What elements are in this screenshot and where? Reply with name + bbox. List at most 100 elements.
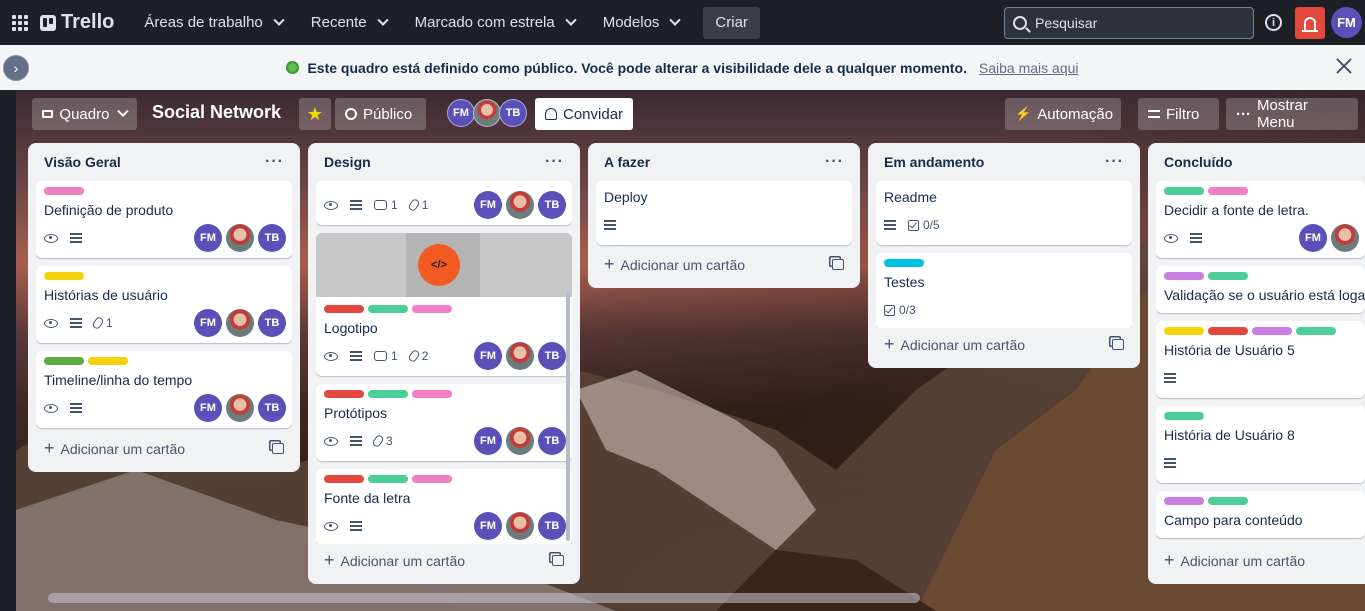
label-green[interactable] <box>1208 272 1248 280</box>
list-actions-icon[interactable]: ··· <box>1105 153 1124 171</box>
app-switcher-icon[interactable] <box>0 0 40 45</box>
card[interactable]: Timeline/linha do tempo FM TB <box>36 351 292 428</box>
template-icon[interactable] <box>272 442 284 454</box>
info-icon[interactable]: i <box>1265 14 1282 31</box>
label-purple[interactable] <box>1164 497 1204 505</box>
member-avatar[interactable]: TB <box>538 342 566 370</box>
member-avatar[interactable]: FM <box>447 99 475 127</box>
label-yellow[interactable] <box>44 272 84 280</box>
member-avatar[interactable]: TB <box>538 512 566 540</box>
label-green[interactable] <box>368 390 408 398</box>
member-avatar-photo[interactable] <box>226 309 254 337</box>
label-pink[interactable] <box>412 475 452 483</box>
search-input[interactable]: Pesquisar <box>1004 7 1254 39</box>
card[interactable]: Readme 0/5 <box>876 181 1132 245</box>
create-button[interactable]: Criar <box>703 6 760 39</box>
list-title[interactable]: A fazer <box>604 154 650 170</box>
list-actions-icon[interactable]: ··· <box>825 153 844 171</box>
label-purple[interactable] <box>1252 327 1292 335</box>
show-menu-button[interactable]: ··· Mostrar Menu <box>1226 97 1358 131</box>
member-avatar-photo[interactable] <box>506 427 534 455</box>
list-title[interactable]: Concluído <box>1164 154 1232 170</box>
add-card-button[interactable]: + Adicionar um cartão <box>316 544 572 576</box>
member-avatar[interactable]: FM <box>1299 224 1327 252</box>
member-avatar[interactable]: TB <box>258 394 286 422</box>
close-icon[interactable] <box>1335 57 1353 75</box>
list-actions-icon[interactable]: ··· <box>545 153 564 171</box>
member-avatar[interactable]: FM <box>194 394 222 422</box>
board-view-switcher[interactable]: Quadro <box>32 98 137 130</box>
label-yellow[interactable] <box>88 357 128 365</box>
trello-logo[interactable]: Trello <box>40 11 114 34</box>
card[interactable]: Protótipos 3 FM TB <box>316 384 572 461</box>
list-title[interactable]: Em andamento <box>884 154 984 170</box>
visibility-button[interactable]: Público <box>335 98 426 130</box>
label-red[interactable] <box>324 475 364 483</box>
member-avatar[interactable]: TB <box>499 99 527 127</box>
account-avatar[interactable]: FM <box>1331 7 1362 38</box>
list-scrollbar[interactable] <box>566 291 570 541</box>
automation-button[interactable]: ⚡ Automação <box>1005 98 1121 130</box>
member-avatar-photo[interactable] <box>1331 224 1359 252</box>
member-avatar[interactable]: TB <box>258 224 286 252</box>
label-green[interactable] <box>368 305 408 313</box>
list-title[interactable]: Design <box>324 154 371 170</box>
label-lime[interactable] <box>44 357 84 365</box>
learn-more-link[interactable]: Saiba mais aqui <box>979 60 1079 76</box>
label-red[interactable] <box>1208 327 1248 335</box>
member-avatar[interactable]: FM <box>474 191 502 219</box>
label-green[interactable] <box>368 475 408 483</box>
member-avatar[interactable]: TB <box>258 309 286 337</box>
card[interactable]: Definição de produto FM TB <box>36 181 292 258</box>
notifications-button[interactable] <box>1295 7 1325 39</box>
label-yellow[interactable] <box>1164 327 1204 335</box>
card[interactable]: Validação se o usuário está logado <box>1156 266 1365 313</box>
member-avatar[interactable]: TB <box>538 191 566 219</box>
invite-button[interactable]: Convidar <box>535 98 634 130</box>
label-cyan[interactable] <box>884 259 924 267</box>
card[interactable]: História de Usuário 5 <box>1156 321 1365 398</box>
member-avatar[interactable]: FM <box>474 512 502 540</box>
menu-recent[interactable]: Recente <box>301 7 397 39</box>
member-avatar[interactable]: FM <box>194 224 222 252</box>
star-board-button[interactable]: ★ <box>299 98 331 130</box>
label-purple[interactable] <box>1164 272 1204 280</box>
card[interactable]: Histórias de usuário 1 FM TB <box>36 266 292 343</box>
member-avatar-photo[interactable] <box>506 342 534 370</box>
list-actions-icon[interactable]: ··· <box>265 153 284 171</box>
member-avatar[interactable]: FM <box>474 427 502 455</box>
add-card-button[interactable]: + Adicionar um cartão <box>1156 544 1365 576</box>
member-avatar[interactable]: TB <box>538 427 566 455</box>
sidebar-expand-button[interactable]: › <box>3 55 29 81</box>
member-avatar-photo[interactable] <box>226 224 254 252</box>
label-red[interactable] <box>324 305 364 313</box>
label-pink[interactable] <box>412 390 452 398</box>
add-card-button[interactable]: + Adicionar um cartão <box>596 248 852 280</box>
card[interactable]: História de Usuário 8 <box>1156 406 1365 483</box>
board-title[interactable]: Social Network <box>152 102 281 123</box>
template-icon[interactable] <box>1112 338 1124 350</box>
label-green[interactable] <box>1164 412 1204 420</box>
card[interactable]: Fonte da letra FM TB <box>316 469 572 544</box>
horizontal-scrollbar[interactable] <box>48 593 920 603</box>
card[interactable]: 1 1 FM TB <box>316 181 572 225</box>
add-card-button[interactable]: + Adicionar um cartão <box>36 432 292 464</box>
menu-starred[interactable]: Marcado com estrela <box>405 7 585 39</box>
label-green[interactable] <box>1164 187 1204 195</box>
member-avatar-photo[interactable] <box>226 394 254 422</box>
card[interactable]: </> Logotipo 1 2 FM TB <box>316 233 572 376</box>
member-avatar-photo[interactable] <box>506 512 534 540</box>
label-green[interactable] <box>1208 497 1248 505</box>
add-card-button[interactable]: + Adicionar um cartão <box>876 328 1132 360</box>
card[interactable]: Testes 0/3 <box>876 253 1132 328</box>
label-pink[interactable] <box>1208 187 1248 195</box>
filter-button[interactable]: Filtro <box>1138 98 1219 130</box>
member-avatar-photo[interactable] <box>473 99 501 127</box>
template-icon[interactable] <box>832 258 844 270</box>
template-icon[interactable] <box>552 554 564 566</box>
label-red[interactable] <box>324 390 364 398</box>
card[interactable]: Deploy <box>596 181 852 245</box>
card[interactable]: Decidir a fonte de letra. FM <box>1156 181 1365 258</box>
menu-workspaces[interactable]: Áreas de trabalho <box>134 7 292 39</box>
member-avatar[interactable]: FM <box>474 342 502 370</box>
